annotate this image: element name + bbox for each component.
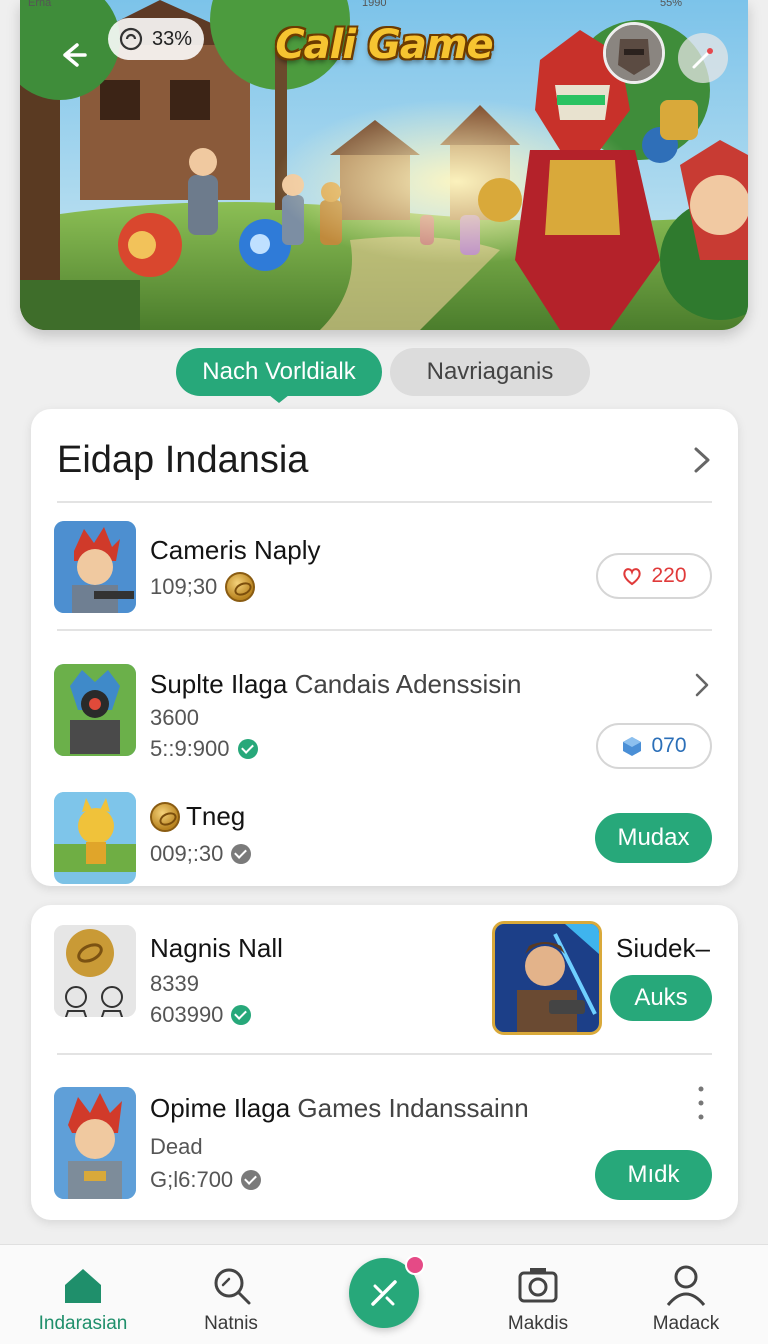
row-status: Dead xyxy=(150,1134,203,1159)
tab-nach-vorldialk[interactable]: Nach Vorldialk xyxy=(176,348,382,403)
points-badge[interactable]: 220 xyxy=(596,553,712,599)
divider xyxy=(57,1053,712,1055)
game-thumbnail-3[interactable] xyxy=(54,792,136,884)
magic-wand-icon xyxy=(371,1280,397,1306)
status-bar: Erna 1990 55% xyxy=(0,0,768,12)
status-time: 1990 xyxy=(362,0,387,9)
gems-badge[interactable]: 070 xyxy=(596,723,712,769)
chevron-right-icon[interactable] xyxy=(691,445,713,475)
game-thumbnail-1[interactable] xyxy=(54,521,136,613)
row-title-secondary: Games Indanssainn xyxy=(297,1093,529,1123)
cube-icon xyxy=(623,737,642,756)
side-label: Siudek– xyxy=(616,933,710,963)
verified-check-icon xyxy=(241,1170,262,1190)
auks-button[interactable]: Auks xyxy=(610,975,712,1021)
row-title: Suplte Ilaga Candais Adenssisin xyxy=(150,669,522,699)
nav-label: Natnis xyxy=(204,1313,258,1334)
more-vertical-icon[interactable] xyxy=(693,1083,709,1123)
row-meta: 5::9:900 xyxy=(150,736,258,762)
row-meta: G;l6:700 xyxy=(150,1167,262,1193)
row-title-secondary: Candais Adenssisin xyxy=(294,669,522,699)
game-thumbnail-4[interactable] xyxy=(54,925,136,1017)
mudax-button[interactable]: Mudax xyxy=(595,813,712,863)
divider xyxy=(57,501,712,503)
divider xyxy=(57,629,712,631)
game-thumbnail-5[interactable] xyxy=(54,1087,136,1199)
row-title: Opime Ilaga Games Indanssainn xyxy=(150,1093,529,1123)
nav-label: Makdis xyxy=(507,1313,569,1334)
section-card-list: Nagnis Nall 8339 603990 Siudek– Auks Opi… xyxy=(31,905,738,1220)
verified-check-icon xyxy=(231,1005,252,1025)
row-count: 8339 xyxy=(150,971,199,996)
status-carrier: Erna xyxy=(28,0,52,9)
nav-item-home[interactable]: Indarasian xyxy=(23,1245,143,1344)
row-count: 109;30 xyxy=(150,574,218,599)
magic-wand-button[interactable] xyxy=(678,33,728,83)
magic-wand-icon xyxy=(692,48,713,69)
hero-banner[interactable]: 33% Cali Game xyxy=(20,0,748,330)
midk-button[interactable]: Mıdk xyxy=(595,1150,712,1200)
coin-icon xyxy=(225,572,256,602)
game-character-image xyxy=(54,1087,136,1199)
notification-badge xyxy=(405,1255,425,1275)
hero-portrait-image xyxy=(495,924,599,1032)
coin-sketch-image xyxy=(54,925,136,1017)
gems-value: 070 xyxy=(651,734,687,757)
search-icon xyxy=(214,1268,251,1305)
home-icon xyxy=(65,1269,101,1303)
game-character-image xyxy=(54,664,136,756)
row-subtitle: 109;30 xyxy=(150,572,256,602)
heart-shield-icon xyxy=(623,568,642,586)
row-meta: 009;:30 xyxy=(150,841,252,867)
tab-navriaganis[interactable]: Navriaganis xyxy=(390,348,590,396)
nav-item-profile[interactable]: Madack xyxy=(626,1245,746,1344)
knight-helmet-icon xyxy=(606,25,662,81)
section-title: Eidap Indansia xyxy=(57,439,309,481)
row-count: 3600 xyxy=(150,705,199,730)
status-battery: 55% xyxy=(660,0,683,9)
bottom-navigation: Indarasian Natnis Makdis Madack xyxy=(0,1244,768,1344)
verified-check-icon xyxy=(231,844,252,864)
points-value: 220 xyxy=(651,564,687,587)
game-character-image xyxy=(54,521,136,613)
profile-icon xyxy=(666,1265,706,1306)
row-title: Cameris Naply xyxy=(150,535,321,565)
coin-icon xyxy=(150,801,180,832)
featured-game-thumbnail[interactable] xyxy=(492,921,602,1035)
game-character-image xyxy=(54,792,136,872)
camera-icon xyxy=(518,1268,558,1303)
knight-avatar[interactable] xyxy=(603,22,665,84)
section-card-eidap: Eidap Indansia Cameris Naply 109;30 220 xyxy=(31,409,738,886)
row-title: Nagnis Nall xyxy=(150,933,283,963)
chevron-right-icon[interactable] xyxy=(692,671,712,699)
verified-check-icon xyxy=(237,739,258,759)
nav-label: Indarasian xyxy=(38,1313,128,1334)
nav-label: Madack xyxy=(652,1313,720,1334)
row-title: Tneg xyxy=(150,801,245,832)
row-meta: 603990 xyxy=(150,1002,252,1028)
nav-item-search[interactable]: Natnis xyxy=(171,1245,291,1344)
nav-item-camera[interactable]: Makdis xyxy=(478,1245,598,1344)
game-thumbnail-2[interactable] xyxy=(54,664,136,756)
